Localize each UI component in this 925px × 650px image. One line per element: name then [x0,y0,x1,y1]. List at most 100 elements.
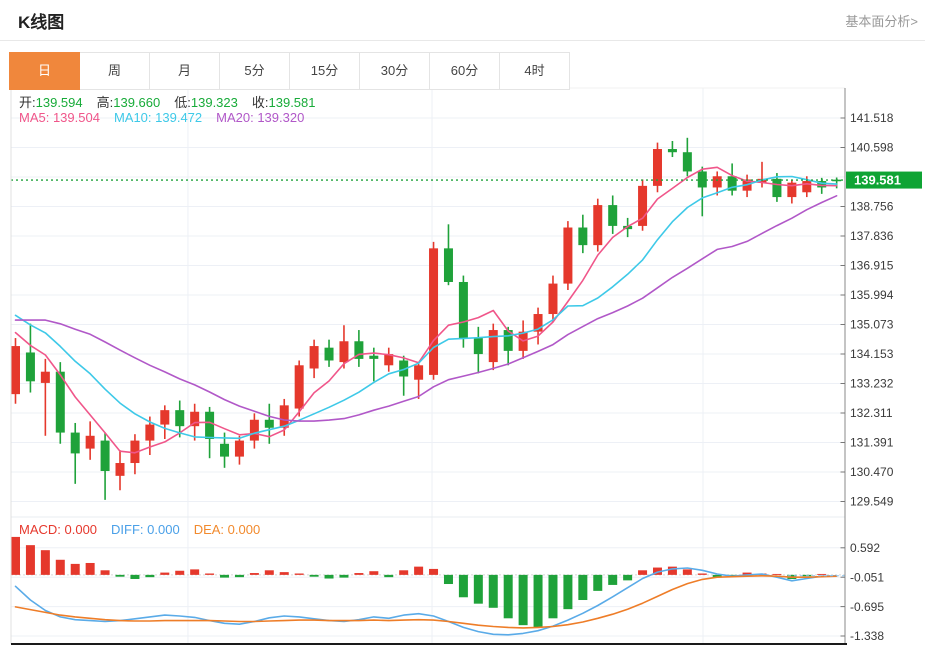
macd-histogram-bar [608,574,618,585]
macd-histogram-bar [55,559,65,575]
candle-body [802,181,812,193]
macd-histogram-bar [234,574,244,578]
tab-period-15分[interactable]: 15分 [289,52,360,90]
macd-histogram-bar [100,570,110,575]
candle-body [160,410,170,425]
macd-readout: MACD: 0.000 DIFF: 0.000 DEA: 0.000 [19,522,274,537]
candle-body [249,419,259,441]
ma20-line [14,195,838,422]
macd-histogram-bar [667,566,677,575]
macd-histogram-bar [697,573,707,575]
macd-histogram-bar [190,569,200,575]
ma-item: MA10: 139.472 [113,110,203,125]
macd-histogram-bar [623,574,633,581]
macd-histogram-bar [354,573,364,575]
macd-histogram-bar [40,550,50,575]
axis-label: -0.051 [850,570,884,584]
candle-body [11,346,20,395]
candle-body [85,435,95,449]
candle-body [294,365,304,409]
candle-body [563,227,573,284]
ohlc-item: 高:139.660 [96,95,161,110]
dea-line [14,574,838,629]
axis-label: -0.695 [850,600,884,614]
tab-period-5分[interactable]: 5分 [219,52,290,90]
candle-body [578,227,588,246]
macd-histogram-bar [220,574,230,578]
candle-body [264,419,274,428]
tab-period-月[interactable]: 月 [149,52,220,90]
ma5-line [14,166,838,454]
macd-histogram-bar [160,572,170,575]
ma-item: MA20: 139.320 [216,110,305,125]
tab-period-60分[interactable]: 60分 [429,52,500,90]
ohlc-item: 开:139.594 [19,95,83,110]
macd-histogram-bar [473,574,483,604]
macd-histogram-bar [443,574,453,585]
axis-label: -1.338 [850,629,884,643]
candle-body [369,355,379,359]
tab-period-30分[interactable]: 30分 [359,52,430,90]
candle-body [175,410,185,427]
macd-histogram-bar [175,570,185,575]
tab-period-日[interactable]: 日 [9,52,80,90]
macd-item: MACD: 0.000 [19,522,98,537]
macd-item: DEA: 0.000 [193,522,261,537]
axis-label: 132.311 [850,406,893,420]
macd-histogram-bar [145,574,155,578]
macd-item: DIFF: 0.000 [111,522,180,537]
macd-histogram-bar [25,545,35,575]
macd-histogram-bar [384,574,394,578]
candle-body [593,205,603,246]
ma-readout: MA5: 139.504 MA10: 139.472 MA20: 139.320 [19,110,318,125]
macd-histogram-bar [339,574,349,578]
candle-body [429,248,439,375]
macd-histogram-bar [324,574,334,579]
ma-item: MA5: 139.504 [19,110,100,125]
axis-label: 138.756 [850,200,894,214]
axis-label: 131.391 [850,436,894,450]
macd-histogram-bar [70,563,80,575]
macd-histogram-bar [11,536,20,575]
macd-histogram-bar [115,574,125,577]
macd-histogram-bar [249,573,259,575]
macd-histogram-bar [399,570,409,575]
candle-body [682,152,692,172]
candle-body [324,347,334,361]
ohlc-item: 低:139.323 [174,95,238,110]
macd-histogram-bar [369,571,379,575]
candle-body [40,371,50,383]
axis-label: 135.994 [850,288,894,302]
macd-histogram-bar [548,574,558,619]
axis-label: 135.073 [850,318,894,332]
macd-histogram-bar [488,574,498,608]
macd-histogram-bar [130,574,140,579]
candle-body [488,330,498,363]
macd-histogram-bar [533,574,543,628]
macd-histogram-bar [279,572,289,575]
candle-body [548,283,558,315]
ohlc-readout: 开:139.594 高:139.660 低:139.323 收:139.581 [19,92,330,111]
macd-histogram-bar [518,574,528,626]
candle-body [25,352,35,382]
macd-histogram-bar [309,574,319,577]
macd-histogram-bar [294,573,304,575]
macd-histogram-bar [264,570,274,575]
macd-histogram-bar [682,569,692,575]
axis-label: 133.232 [850,377,894,391]
axis-label: 141.518 [850,111,894,125]
macd-histogram-bar [593,574,603,591]
tab-period-周[interactable]: 周 [79,52,150,90]
candle-body [70,432,80,454]
macd-histogram-bar [205,573,215,575]
macd-histogram-bar [772,573,782,575]
axis-label: 0.592 [850,541,880,555]
candle-body [100,440,110,472]
macd-histogram-bar [503,574,513,619]
candle-body [608,205,618,226]
candle-body [205,411,215,439]
candle-body [458,281,468,339]
tab-period-4时[interactable]: 4时 [499,52,570,90]
macd-histogram-bar [563,574,573,610]
ohlc-item: 收:139.581 [251,95,316,110]
